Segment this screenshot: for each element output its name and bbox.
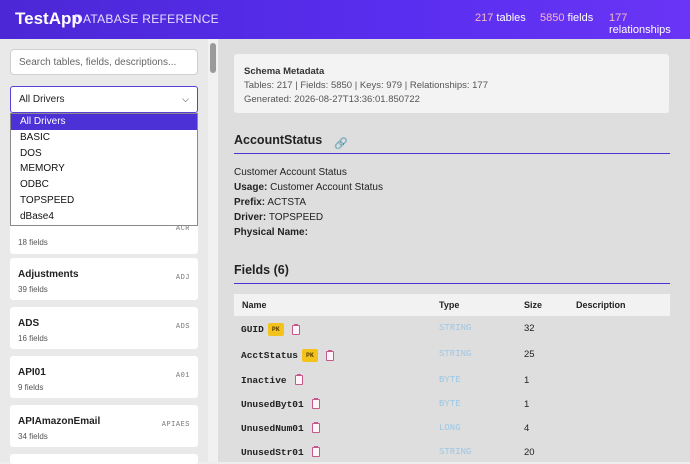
column-size: Size — [524, 300, 543, 310]
field-name-cell: AcctStatus PK — [241, 349, 334, 362]
fields-divider — [234, 283, 670, 284]
table-card-name: Adjustments — [18, 269, 79, 280]
clipboard-icon[interactable] — [294, 374, 303, 386]
clipboard-icon[interactable] — [311, 398, 320, 410]
table-card-name: ADS — [18, 318, 40, 329]
driver-select-value: All Drivers — [19, 94, 65, 105]
driver-option[interactable]: DOS — [11, 146, 197, 162]
field-size: 32 — [524, 323, 535, 334]
clipboard-icon[interactable] — [325, 349, 334, 361]
field-type: BYTE — [439, 399, 461, 409]
field-size: 1 — [524, 375, 530, 386]
field-name-cell: GUID PK — [241, 323, 300, 336]
table-card-count: 16 fields — [18, 334, 48, 343]
table-card[interactable]: APIAmazonEmail 34 fields APIAES — [10, 405, 198, 447]
table-usage: Usage: Customer Account Status — [234, 182, 383, 193]
schema-metadata: Schema Metadata Tables: 217 | Fields: 58… — [234, 54, 669, 113]
driver-option[interactable]: All Drivers — [11, 114, 197, 130]
app-title: TestApp — [15, 9, 82, 28]
table-row: UnusedStr01 STRING 20 — [234, 441, 670, 462]
field-size: 1 — [524, 399, 530, 410]
table-physical-name: Physical Name: — [234, 227, 308, 238]
table-row: GUID PK STRING 32 — [234, 317, 670, 341]
table-card[interactable]: API01 9 fields A01 — [10, 356, 198, 398]
field-type: STRING — [439, 349, 472, 359]
table-card-prefix: ADS — [175, 323, 190, 331]
table-card-prefix: A01 — [175, 372, 190, 380]
stat-fields: 5850 fields — [540, 12, 594, 24]
main-content: Schema Metadata Tables: 217 | Fields: 58… — [218, 39, 690, 462]
metadata-counts: Tables: 217 | Fields: 5850 | Keys: 979 |… — [244, 80, 488, 91]
table-card[interactable]: ADS 16 fields ADS — [10, 307, 198, 349]
table-card-name: API01 — [18, 367, 46, 378]
clipboard-icon[interactable] — [311, 422, 320, 434]
driver-option[interactable]: TOPSPEED — [11, 193, 197, 209]
field-type: LONG — [439, 423, 461, 433]
app-subtitle: DATABASE REFERENCE — [74, 12, 219, 26]
field-name-cell: UnusedByt01 — [241, 398, 320, 410]
driver-option[interactable]: MEMORY — [11, 161, 197, 177]
link-icon[interactable]: 🔗 — [334, 137, 348, 150]
metadata-title: Schema Metadata — [244, 66, 325, 77]
table-row: UnusedByt01 BYTE 1 — [234, 393, 670, 417]
table-row: AcctStatus PK STRING 25 — [234, 343, 670, 367]
fields-table-header: Name Type Size Description — [234, 294, 670, 316]
column-description: Description — [576, 300, 626, 310]
table-card-count: 34 fields — [18, 432, 48, 441]
stat-tables: 217 tables — [475, 12, 526, 24]
fields-heading: Fields (6) — [234, 263, 289, 277]
table-prefix: Prefix: ACTSTA — [234, 197, 307, 208]
table-card-count: 18 fields — [18, 238, 48, 247]
table-row: UnusedNum01 LONG 4 — [234, 417, 670, 441]
driver-option[interactable]: dBase4 — [11, 209, 197, 225]
table-description: Customer Account Status — [234, 167, 347, 178]
table-card-count: 39 fields — [18, 285, 48, 294]
table-card-prefix: ACR — [175, 225, 190, 233]
field-name-cell: Inactive — [241, 374, 303, 386]
table-card-name: APIAmazonEmail — [18, 416, 101, 427]
field-type: BYTE — [439, 375, 461, 385]
table-card[interactable]: Adjustments 39 fields ADJ — [10, 258, 198, 300]
driver-select[interactable]: All Drivers ⌵ — [10, 86, 198, 113]
field-size: 20 — [524, 447, 535, 458]
scrollbar-thumb[interactable] — [210, 43, 216, 73]
column-type: Type — [439, 300, 460, 310]
field-name-cell: UnusedNum01 — [241, 422, 320, 434]
metadata-generated: Generated: 2026-08-27T13:36:01.850722 — [244, 94, 420, 105]
driver-option[interactable]: ODBC — [11, 177, 197, 193]
clipboard-icon[interactable] — [311, 446, 320, 458]
table-row: Inactive BYTE 1 — [234, 369, 670, 393]
table-title: AccountStatus — [234, 133, 323, 147]
field-type: STRING — [439, 447, 472, 457]
chevron-down-icon: ⌵ — [182, 94, 189, 104]
pk-badge: PK — [302, 349, 318, 362]
search-input[interactable] — [10, 49, 198, 75]
table-card-count: 9 fields — [18, 383, 44, 392]
stat-relationships: 177 relationships — [609, 12, 671, 36]
table-card-partial[interactable] — [10, 454, 198, 464]
column-name: Name — [242, 300, 267, 310]
sidebar-scrollbar[interactable] — [208, 39, 218, 462]
table-driver: Driver: TOPSPEED — [234, 212, 324, 223]
pk-badge: PK — [267, 323, 284, 336]
table-card-prefix: ADJ — [175, 274, 190, 282]
field-size: 4 — [524, 423, 530, 434]
title-divider — [234, 153, 670, 154]
driver-dropdown: All Drivers BASIC DOS MEMORY ODBC TOPSPE… — [10, 113, 198, 226]
app-header: TestApp DATABASE REFERENCE 217 tables 58… — [0, 0, 690, 39]
field-type: STRING — [439, 323, 472, 333]
driver-option[interactable]: BASIC — [11, 130, 197, 146]
field-name-cell: UnusedStr01 — [241, 446, 320, 458]
clipboard-icon[interactable] — [291, 323, 300, 335]
table-card-prefix: APIAES — [161, 421, 190, 429]
field-size: 25 — [524, 349, 535, 360]
